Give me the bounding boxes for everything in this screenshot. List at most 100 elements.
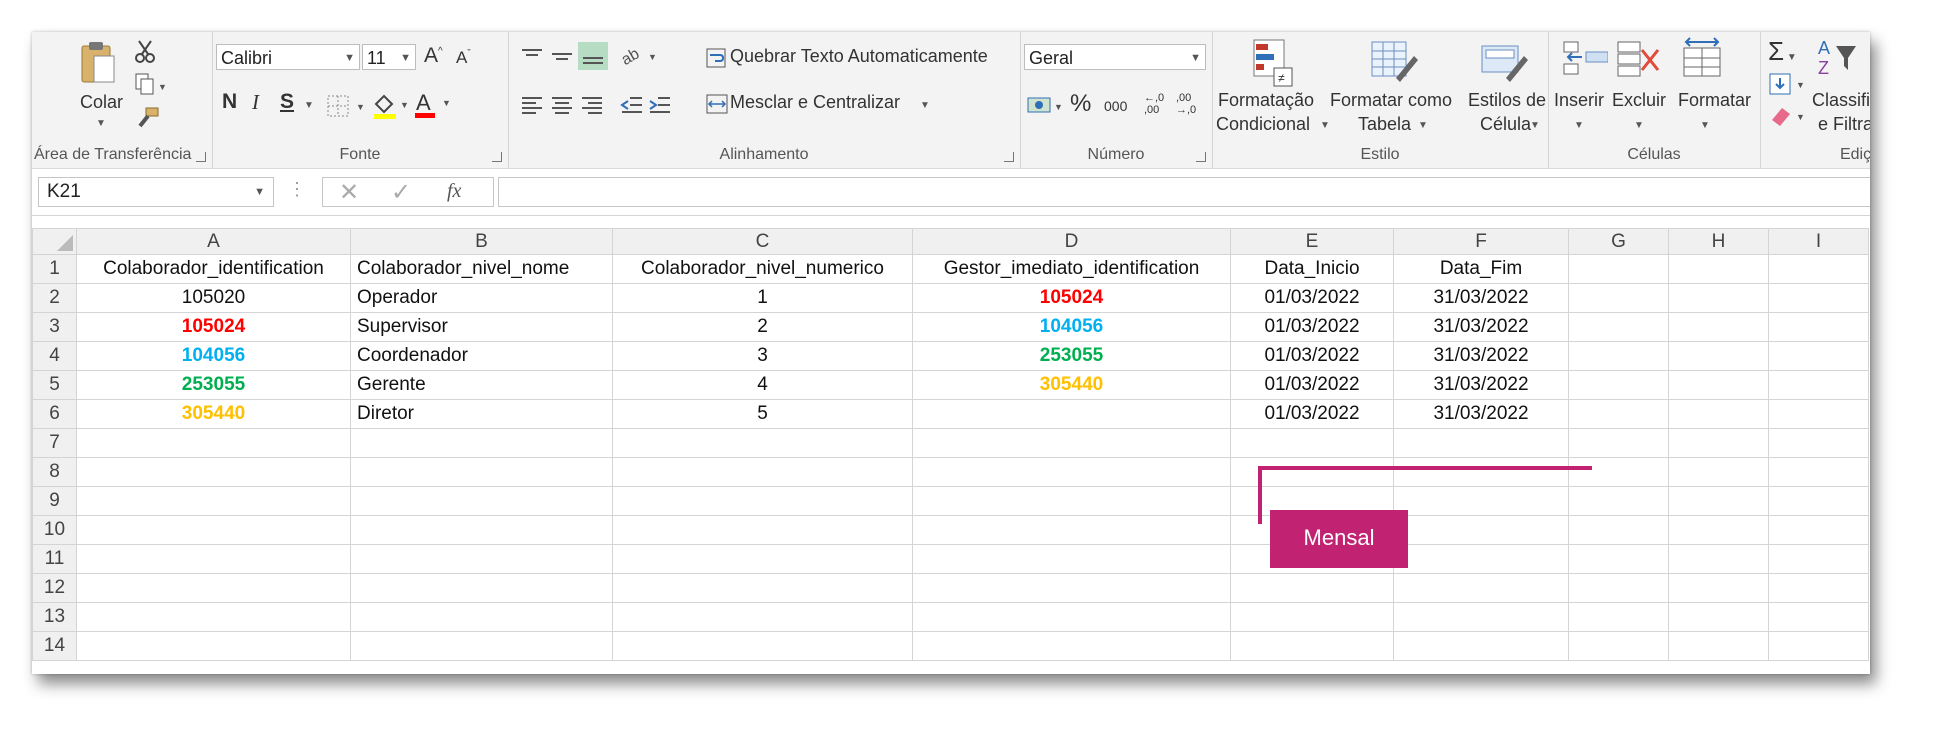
cell[interactable]: Colaborador_nivel_numerico xyxy=(612,254,913,284)
align-right-icon[interactable] xyxy=(580,94,604,121)
cell[interactable] xyxy=(912,515,1231,545)
cell[interactable]: Gestor_imediato_identification xyxy=(912,254,1231,284)
cell[interactable] xyxy=(1668,515,1769,545)
wrap-text-button[interactable]: Quebrar Texto Automaticamente xyxy=(730,46,988,67)
cell[interactable]: Operador xyxy=(350,283,613,313)
column-header-h[interactable]: H xyxy=(1668,228,1769,255)
clipboard-launcher-icon[interactable] xyxy=(196,152,206,162)
cell-styles-line1[interactable]: Estilos de xyxy=(1468,90,1546,111)
insert-button[interactable]: Inserir xyxy=(1554,90,1604,111)
cell[interactable] xyxy=(1768,428,1869,458)
cell[interactable] xyxy=(612,602,913,632)
increase-decimal-button[interactable]: ←,0 ,00 xyxy=(1144,92,1170,116)
cell[interactable]: 01/03/2022 xyxy=(1230,283,1394,313)
cell[interactable] xyxy=(1668,283,1769,313)
cell[interactable] xyxy=(1668,573,1769,603)
cell[interactable] xyxy=(1668,399,1769,429)
insert-dropdown-icon[interactable]: ▼ xyxy=(1574,120,1584,131)
cell[interactable]: 253055 xyxy=(912,341,1231,371)
cell[interactable]: 01/03/2022 xyxy=(1230,399,1394,429)
cell[interactable] xyxy=(1393,602,1569,632)
cell[interactable] xyxy=(912,573,1231,603)
cell-styles-line2[interactable]: Célula xyxy=(1480,114,1531,135)
cell[interactable] xyxy=(1768,573,1869,603)
paste-dropdown-icon[interactable]: ▼ xyxy=(96,118,106,129)
fill-icon[interactable]: ▼ xyxy=(1768,72,1808,101)
column-header-e[interactable]: E xyxy=(1230,228,1394,255)
row-header[interactable]: 8 xyxy=(32,457,77,487)
cell[interactable]: 31/03/2022 xyxy=(1393,312,1569,342)
cell[interactable]: 01/03/2022 xyxy=(1230,312,1394,342)
cell[interactable]: 3 xyxy=(612,341,913,371)
cell[interactable] xyxy=(1230,631,1394,661)
cell[interactable] xyxy=(612,486,913,516)
cell[interactable] xyxy=(1768,399,1869,429)
row-header[interactable]: 7 xyxy=(32,428,77,458)
cell[interactable]: 4 xyxy=(612,370,913,400)
cell[interactable] xyxy=(1393,544,1569,574)
cell-styles-icon[interactable] xyxy=(1480,38,1528,91)
cell[interactable] xyxy=(1568,573,1669,603)
row-header[interactable]: 13 xyxy=(32,602,77,632)
cell[interactable]: Data_Inicio xyxy=(1230,254,1394,284)
cell[interactable] xyxy=(1230,428,1394,458)
autosum-icon[interactable]: Σ ▼ xyxy=(1768,36,1797,67)
cell[interactable] xyxy=(912,428,1231,458)
cell[interactable] xyxy=(1668,486,1769,516)
cell[interactable]: 105024 xyxy=(912,283,1231,313)
cell[interactable] xyxy=(76,457,351,487)
cell[interactable] xyxy=(912,631,1231,661)
cell[interactable] xyxy=(76,631,351,661)
cell[interactable] xyxy=(76,515,351,545)
grow-font-button[interactable]: A^ xyxy=(424,44,443,68)
row-header[interactable]: 10 xyxy=(32,515,77,545)
cell[interactable] xyxy=(1668,370,1769,400)
cell[interactable] xyxy=(350,544,613,574)
select-all-corner[interactable] xyxy=(32,228,77,255)
cell[interactable] xyxy=(1393,631,1569,661)
cell[interactable] xyxy=(350,631,613,661)
format-as-table-line1[interactable]: Formatar como xyxy=(1330,90,1452,111)
cell[interactable] xyxy=(1568,283,1669,313)
cell[interactable] xyxy=(612,515,913,545)
cell[interactable] xyxy=(1568,399,1669,429)
orientation-icon[interactable]: ab ▼ xyxy=(619,44,660,73)
sort-filter-line1[interactable]: Classificar xyxy=(1812,90,1870,111)
underline-button[interactable]: S xyxy=(280,90,294,114)
cell[interactable] xyxy=(1668,602,1769,632)
column-header-c[interactable]: C xyxy=(612,228,913,255)
decrease-indent-icon[interactable] xyxy=(620,94,644,121)
delete-button[interactable]: Excluir xyxy=(1612,90,1666,111)
conditional-formatting-line1[interactable]: Formatação xyxy=(1218,90,1314,111)
cut-icon[interactable] xyxy=(134,40,156,69)
italic-button[interactable]: I xyxy=(252,90,259,115)
cell[interactable] xyxy=(612,428,913,458)
cell[interactable] xyxy=(912,457,1231,487)
cell[interactable] xyxy=(1768,486,1869,516)
cell[interactable]: Colaborador_identification xyxy=(76,254,351,284)
row-header[interactable]: 9 xyxy=(32,486,77,516)
cell[interactable] xyxy=(1768,544,1869,574)
cell[interactable] xyxy=(1768,515,1869,545)
accounting-format-icon[interactable]: ▼ xyxy=(1026,94,1066,123)
row-header[interactable]: 11 xyxy=(32,544,77,574)
cell[interactable] xyxy=(1668,544,1769,574)
format-button[interactable]: Formatar xyxy=(1678,90,1751,111)
cell[interactable] xyxy=(1393,573,1569,603)
row-header[interactable]: 12 xyxy=(32,573,77,603)
name-box[interactable]: K21 ▼ xyxy=(38,177,274,207)
cell[interactable]: 1 xyxy=(612,283,913,313)
cell[interactable] xyxy=(1568,312,1669,342)
cell[interactable]: 104056 xyxy=(76,341,351,371)
enter-icon[interactable]: ✓ xyxy=(391,178,411,207)
merge-center-icon[interactable] xyxy=(706,94,728,119)
cell[interactable] xyxy=(1668,428,1769,458)
format-painter-icon[interactable] xyxy=(136,106,160,135)
cell[interactable] xyxy=(1568,602,1669,632)
row-header[interactable]: 2 xyxy=(32,283,77,313)
cell[interactable]: 31/03/2022 xyxy=(1393,283,1569,313)
cell[interactable] xyxy=(1668,631,1769,661)
cell[interactable] xyxy=(912,602,1231,632)
cell[interactable]: 305440 xyxy=(912,370,1231,400)
cell[interactable] xyxy=(1568,370,1669,400)
